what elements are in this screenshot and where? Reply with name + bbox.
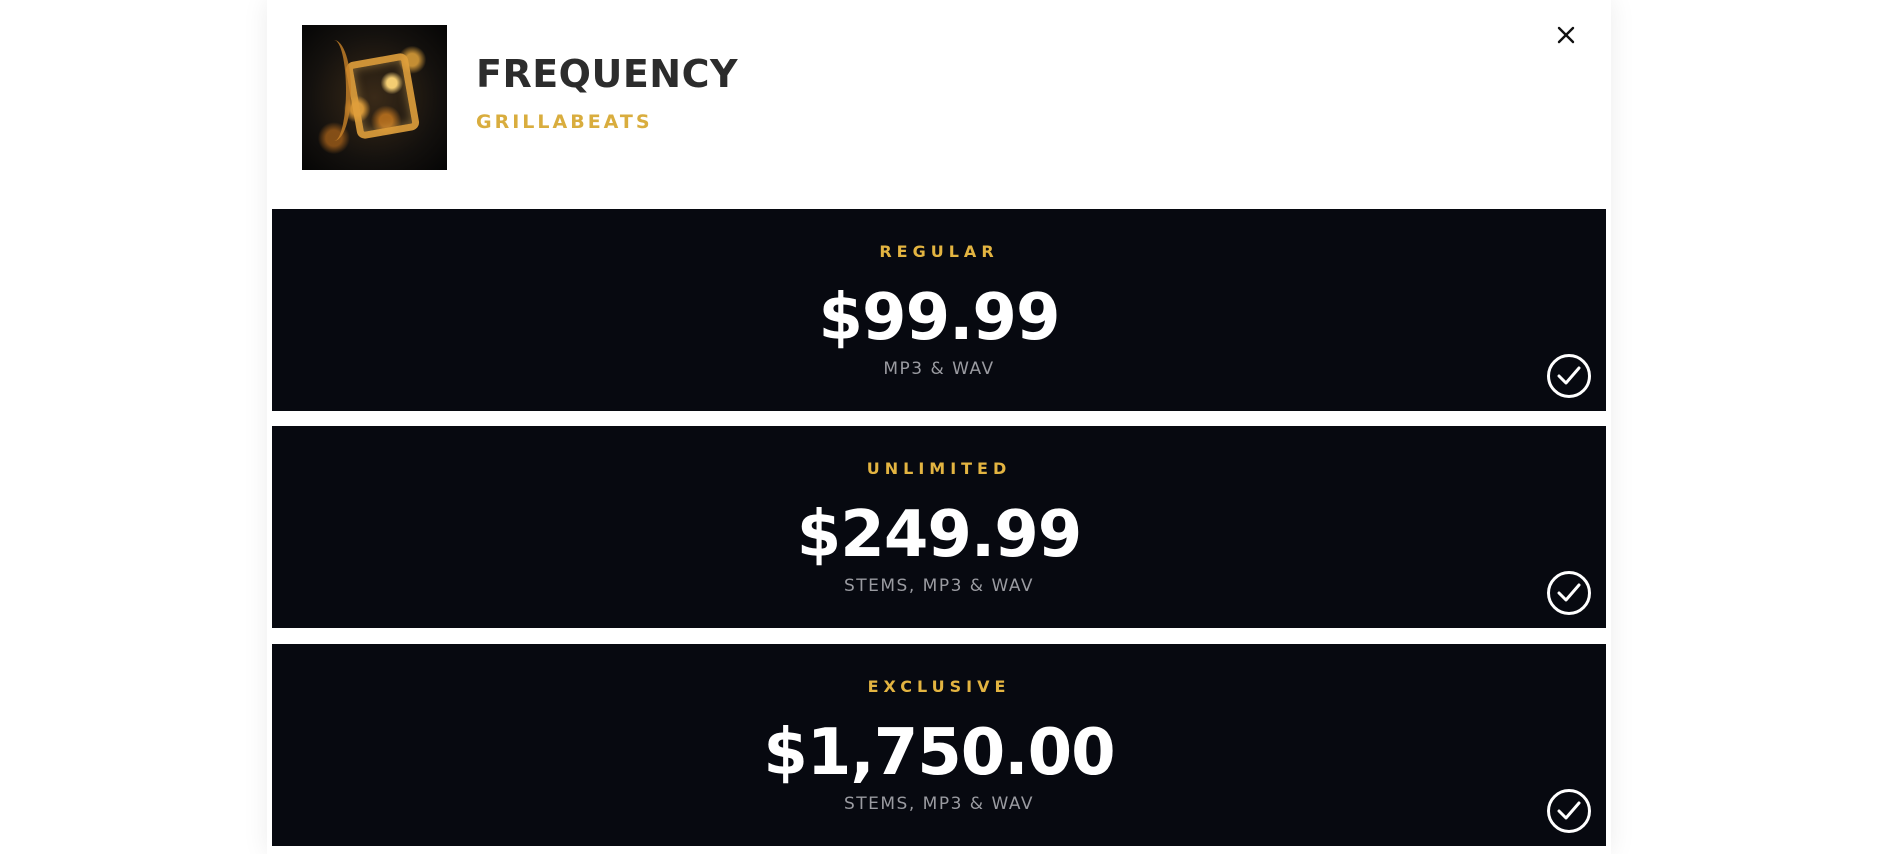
artist-name[interactable]: GRILLABEATS [476,111,653,133]
license-files: STEMS, MP3 & WAV [843,794,1035,814]
license-price: $99.99 [818,281,1061,355]
checkmark-circle-icon[interactable] [1547,789,1591,833]
close-icon [1557,26,1575,44]
checkmark-circle-icon[interactable] [1547,354,1591,398]
license-name: UNLIMITED [866,459,1012,478]
license-price: $1,750.00 [763,716,1115,790]
license-modal: FREQUENCY GRILLABEATS REGULAR $99.99 MP3… [267,0,1611,854]
license-files: STEMS, MP3 & WAV [843,576,1035,596]
close-button[interactable] [1553,22,1579,48]
license-name: REGULAR [879,242,999,261]
license-name: EXCLUSIVE [867,677,1011,696]
license-card-unlimited[interactable]: UNLIMITED $249.99 STEMS, MP3 & WAV [272,426,1606,628]
cover-art [302,25,447,170]
license-price: $249.99 [796,498,1083,572]
license-card-exclusive[interactable]: EXCLUSIVE $1,750.00 STEMS, MP3 & WAV [272,644,1606,846]
license-card-regular[interactable]: REGULAR $99.99 MP3 & WAV [272,209,1606,411]
license-files: MP3 & WAV [883,359,995,379]
track-title: FREQUENCY [476,52,739,96]
track-header: FREQUENCY GRILLABEATS [267,0,1611,208]
checkmark-circle-icon[interactable] [1547,571,1591,615]
